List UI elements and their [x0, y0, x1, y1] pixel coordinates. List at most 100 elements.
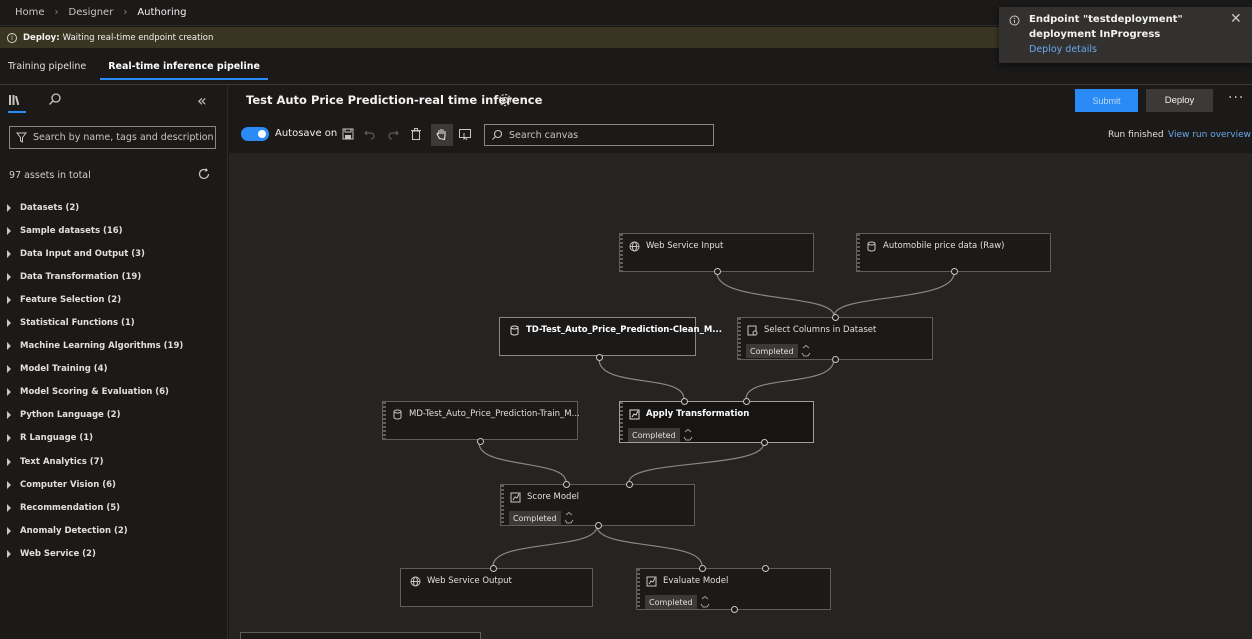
dataset-icon: [867, 241, 876, 252]
hand-pan-icon[interactable]: [435, 127, 449, 141]
canvas-toolbar: Autosave on Run finished View run overvi…: [229, 118, 1252, 152]
node-web-service-input[interactable]: Web Service Input: [619, 233, 814, 275]
library-icon[interactable]: [8, 94, 26, 113]
close-icon[interactable]: ✕: [1230, 11, 1242, 27]
module-icon: [646, 576, 657, 587]
category-item[interactable]: Anomaly Detection (2): [7, 519, 217, 542]
category-label: Data Transformation (19): [20, 271, 142, 282]
node-score-model[interactable]: Score Model Completed: [500, 481, 695, 529]
output-port[interactable]: [761, 439, 768, 446]
canvas-search-box[interactable]: [484, 124, 714, 146]
output-port[interactable]: [596, 354, 603, 361]
category-item[interactable]: Computer Vision (6): [7, 473, 217, 496]
category-label: R Language (1): [20, 433, 94, 444]
category-item[interactable]: Model Training (4): [7, 358, 217, 381]
submit-button[interactable]: Submit: [1075, 89, 1138, 112]
category-item[interactable]: Data Transformation (19): [7, 265, 217, 288]
breadcrumb-home[interactable]: Home: [15, 7, 45, 18]
edge-score-to-output: [492, 525, 598, 567]
autosave-toggle[interactable]: [241, 127, 269, 141]
input-port[interactable]: [699, 565, 706, 572]
more-options-icon[interactable]: ···: [1228, 90, 1244, 106]
edge-layer: [478, 272, 955, 567]
category-label: Data Input and Output (3): [20, 248, 145, 259]
category-label: Web Service (2): [20, 548, 96, 559]
node-label: Evaluate Model: [663, 576, 729, 586]
tab-training-pipeline[interactable]: Training pipeline: [0, 56, 94, 80]
redo-icon[interactable]: [386, 127, 400, 141]
status-badge: Completed: [509, 511, 561, 525]
banner-label: Deploy:: [23, 32, 60, 43]
caret-right-icon: [7, 526, 11, 535]
output-port[interactable]: [832, 356, 839, 363]
category-item[interactable]: Feature Selection (2): [7, 288, 217, 311]
deployment-notification: Endpoint "testdeployment" deployment InP…: [999, 7, 1252, 63]
status-badge: Completed: [645, 595, 697, 609]
edge-select-to-apply: [745, 358, 835, 400]
input-port[interactable]: [832, 314, 839, 321]
node-label: Select Columns in Dataset: [764, 325, 877, 335]
node-web-service-output[interactable]: Web Service Output: [400, 565, 593, 607]
input-port[interactable]: [681, 398, 688, 405]
category-item[interactable]: Text Analytics (7): [7, 450, 217, 473]
output-port[interactable]: [731, 606, 738, 613]
node-apply-transformation[interactable]: Apply Transformation Completed: [619, 398, 814, 446]
select-tool-icon[interactable]: [458, 127, 472, 141]
deploy-button[interactable]: Deploy: [1146, 89, 1213, 112]
refresh-icon[interactable]: [197, 167, 211, 181]
tab-realtime-inference-pipeline[interactable]: Real-time inference pipeline: [100, 56, 268, 80]
pipeline-canvas[interactable]: Web Service Input Automobile price data …: [229, 153, 1252, 639]
output-port[interactable]: [595, 522, 602, 529]
node-md-model[interactable]: MD-Test_Auto_Price_Prediction-Train_M...: [382, 401, 580, 445]
input-port[interactable]: [743, 398, 750, 405]
category-item[interactable]: Web Service (2): [7, 542, 217, 565]
breadcrumb-designer[interactable]: Designer: [69, 7, 114, 18]
collapse-sidebar-icon[interactable]: «: [197, 91, 207, 110]
category-item[interactable]: Python Language (2): [7, 404, 217, 427]
chevron-right-icon: ›: [123, 7, 128, 18]
input-port[interactable]: [626, 481, 633, 488]
deploy-details-link[interactable]: Deploy details: [1029, 44, 1097, 55]
node-automobile-price-data[interactable]: Automobile price data (Raw): [856, 233, 1051, 275]
caret-right-icon: [7, 457, 11, 466]
edge-apply-to-score: [628, 442, 765, 483]
globe-icon: [410, 576, 421, 587]
canvas-search-input[interactable]: [509, 129, 709, 141]
delete-icon[interactable]: [409, 127, 423, 141]
save-icon[interactable]: [341, 127, 355, 141]
category-item[interactable]: Datasets (2): [7, 196, 217, 219]
category-item[interactable]: Machine Learning Algorithms (19): [7, 335, 217, 358]
output-port[interactable]: [951, 268, 958, 275]
node-td-model[interactable]: TD-Test_Auto_Price_Prediction-Clean_M...: [499, 317, 722, 361]
node-label: Automobile price data (Raw): [883, 241, 1005, 251]
category-label: Python Language (2): [20, 410, 121, 421]
category-item[interactable]: R Language (1): [7, 427, 217, 450]
search-icon: [492, 129, 503, 140]
asset-search-box[interactable]: [9, 126, 216, 149]
caret-right-icon: [7, 203, 11, 212]
search-icon[interactable]: [48, 92, 62, 106]
category-label: Machine Learning Algorithms (19): [20, 341, 184, 352]
chevron-right-icon: ›: [54, 7, 59, 18]
category-item[interactable]: Recommendation (5): [7, 496, 217, 519]
asset-search-input[interactable]: [33, 132, 213, 143]
category-item[interactable]: Data Input and Output (3): [7, 242, 217, 265]
pipeline-header: Test Auto Price Prediction-real time inf…: [229, 85, 1252, 116]
sidebar-toolbar: «: [0, 85, 227, 115]
notification-title: Endpoint "testdeployment": [1029, 14, 1183, 25]
input-port[interactable]: [563, 481, 570, 488]
gear-icon[interactable]: [497, 92, 513, 108]
node-evaluate-model[interactable]: Evaluate Model Completed: [636, 565, 831, 613]
canvas-zoom-toolbar[interactable]: [240, 632, 481, 639]
edge-md-to-score: [478, 442, 567, 483]
category-item[interactable]: Model Scoring & Evaluation (6): [7, 381, 217, 404]
node-select-columns[interactable]: Select Columns in Dataset Completed: [737, 314, 933, 363]
input-port[interactable]: [490, 565, 497, 572]
view-run-overview-link[interactable]: View run overview: [1168, 130, 1251, 140]
undo-icon[interactable]: [363, 127, 377, 141]
output-port[interactable]: [477, 438, 484, 445]
category-item[interactable]: Statistical Functions (1): [7, 311, 217, 334]
category-item[interactable]: Sample datasets (16): [7, 219, 217, 242]
output-port[interactable]: [714, 268, 721, 275]
input-port[interactable]: [762, 565, 769, 572]
